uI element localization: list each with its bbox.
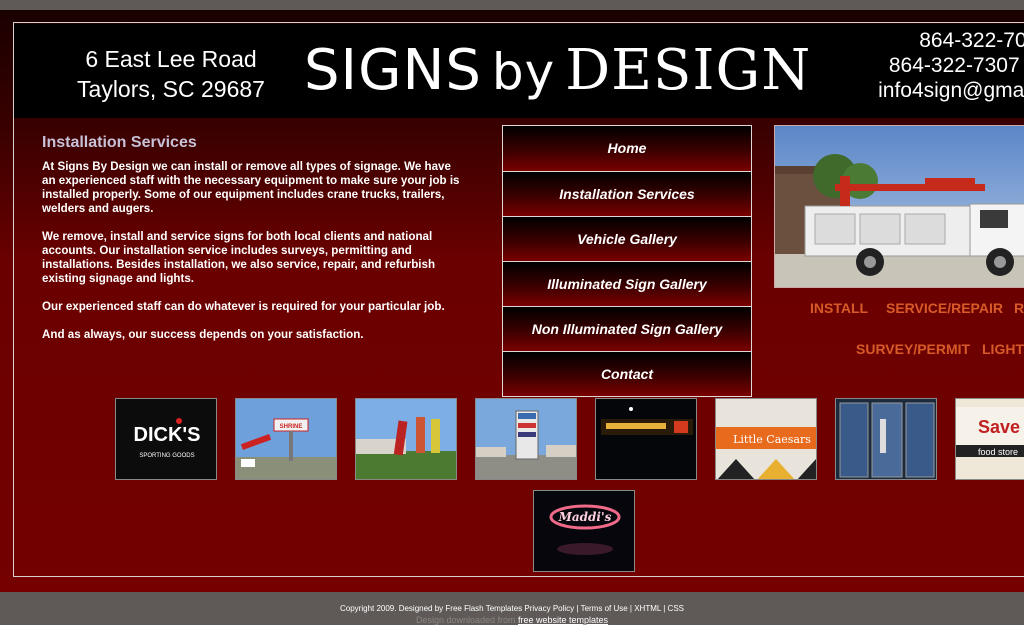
address: 6 East Lee Road Taylors, SC 29687 [56,44,286,104]
contact-info: 864-322-7073 864-322-7307 (fa info4sign@… [850,28,1024,103]
thumb-night-building[interactable] [595,398,697,480]
footer: Copyright 2009. Designed by Free Flash T… [0,592,1024,625]
nav-contact[interactable]: Contact [503,351,751,396]
thumb-shrine[interactable]: SHRINE [235,398,337,480]
main-nav: Home Installation Services Vehicle Galle… [502,125,752,397]
nav-illuminated-sign-gallery[interactable]: Illuminated Sign Gallery [503,261,751,306]
service-repair[interactable]: SERVICE/REPAIR [886,300,1003,316]
logo-signs: SIGNS [304,38,482,103]
paragraph-3: Our experienced staff can do whatever is… [42,300,445,313]
footer-downloaded: Design downloaded from [415,615,516,625]
nav-non-illuminated-sign-gallery[interactable]: Non Illuminated Sign Gallery [503,306,751,351]
main-area: 6 East Lee Road Taylors, SC 29687 SIGNS b… [0,10,1024,592]
thumb-neon-text: Maddi's [558,510,612,524]
service-install[interactable]: INSTALL [810,300,868,316]
nav-vehicle-gallery[interactable]: Vehicle Gallery [503,216,751,261]
page-title: Installation Services [42,134,197,151]
gallery-thumbnails: DICK'S SPORTING GOODS SHRINE Little Caes… [115,398,1024,588]
thumb-dicks-sub: SPORTING GOODS [139,453,194,459]
thumb-pylon[interactable] [475,398,577,480]
service-r[interactable]: R [1014,300,1024,316]
thumb-save-text: Save [978,417,1020,437]
footer-credit: Design downloaded from free website temp… [0,615,1024,625]
phone: 864-322-7073 [919,29,1024,52]
footer-templates-link[interactable]: free website templates [518,615,608,625]
top-bar [0,0,1024,10]
service-lighting[interactable]: LIGHTI [982,341,1024,357]
service-survey-permit[interactable]: SURVEY/PERMIT [856,341,970,357]
paragraph-2: We remove, install and service signs for… [42,230,436,285]
thumb-window-vinyl[interactable] [835,398,937,480]
thumb-little-caesars-text: Little Caesars [733,433,811,446]
thumb-dicks[interactable]: DICK'S SPORTING GOODS [115,398,217,480]
logo-by: by [491,43,556,101]
paragraph-1: At Signs By Design we can install or rem… [42,160,460,215]
thumb-neon-sign[interactable]: Maddi's [533,490,635,572]
logo[interactable]: SIGNS by DESIGN [304,36,811,107]
page-content: Installation Services At Signs By Design… [42,134,462,356]
address-line1: 6 East Lee Road [85,46,257,72]
thumb-food-store-text: food store [978,447,1018,457]
thumb-dicks-brand: DICK'S [134,424,201,446]
thumb-shrine-text: SHRINE [280,424,303,430]
thumb-little-caesars[interactable]: Little Caesars [715,398,817,480]
fax: 864-322-7307 (fa [888,54,1024,77]
header: 6 East Lee Road Taylors, SC 29687 SIGNS b… [14,24,1024,118]
nav-installation-services[interactable]: Installation Services [503,171,751,216]
paragraph-4: And as always, our success depends on yo… [42,328,364,341]
thumb-save-a-lot[interactable]: Save food store [955,398,1024,480]
address-line2: Taylors, SC 29687 [77,76,265,102]
footer-copyright: Copyright 2009. Designed by Free Flash T… [340,604,684,613]
nav-home[interactable]: Home [503,126,751,171]
thumb-panels[interactable] [355,398,457,480]
crane-truck-photo [774,125,1024,288]
logo-design: DESIGN [565,38,812,103]
email[interactable]: info4sign@gmail.c [850,78,1024,103]
